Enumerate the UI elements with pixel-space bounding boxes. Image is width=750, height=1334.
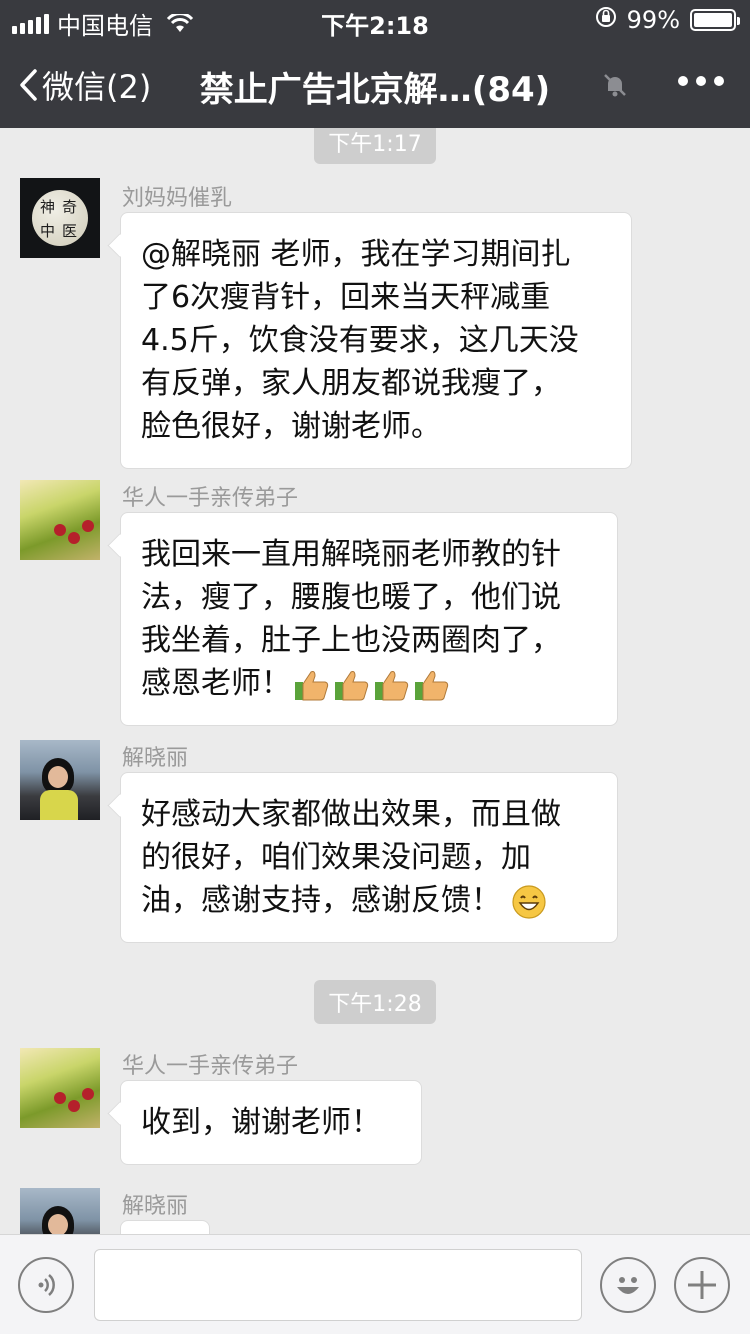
sender-name: 解晓丽 [122, 1194, 189, 1219]
message-row: 华人一手亲传弟子 收到，谢谢老师！ [0, 1048, 750, 1165]
chat-title: 禁止广告北京解…(84) [199, 70, 551, 110]
emoji-button[interactable] [600, 1257, 656, 1313]
message-bubble[interactable]: 我回来一直用解晓丽老师教的针 法，瘦了，腰腹也暖了，他们说 我坐着，肚子上也没两… [120, 512, 618, 726]
sender-name: 华人一手亲传弟子 [122, 1054, 299, 1079]
avatar[interactable]: 神 奇 中 医 [20, 178, 100, 258]
message-row: 神 奇 中 医 刘妈妈催乳 @解晓丽 老师，我在学习期间扎 了6次瘦背针，回来当… [0, 178, 750, 469]
rotation-lock-icon [595, 6, 617, 34]
message-bubble[interactable]: @解晓丽 老师，我在学习期间扎 了6次瘦背针，回来当天秤减重 4.5斤，饮食没有… [120, 212, 632, 469]
voice-button[interactable] [18, 1257, 74, 1313]
message-bubble[interactable] [120, 1220, 210, 1234]
thumbs-up-icon [411, 666, 451, 701]
thumbs-up-icon [331, 666, 371, 701]
header: 中国电信 下午2:18 99% 微信(2) 禁止广告北京解…(84) [0, 0, 750, 128]
emoji-icon [617, 1277, 639, 1294]
mute-bell-icon [602, 72, 628, 102]
plus-icon [688, 1271, 716, 1299]
input-bar [0, 1234, 750, 1334]
timestamp: 下午1:28 [0, 980, 750, 1024]
status-bar: 中国电信 下午2:18 99% [0, 0, 750, 40]
battery-icon [690, 9, 740, 31]
message-bubble[interactable]: 好感动大家都做出效果，而且做 的很好，咱们效果没问题，加 油，感谢支持，感谢反馈… [120, 772, 618, 943]
grin-emoji-icon [501, 883, 547, 919]
timestamp: 下午1:17 [0, 128, 750, 164]
message-row: 华人一手亲传弟子 我回来一直用解晓丽老师教的针 法，瘦了，腰腹也暖了，他们说 我… [0, 480, 750, 726]
avatar[interactable] [20, 480, 100, 560]
more-options-button[interactable] [678, 76, 724, 86]
message-input[interactable] [94, 1249, 582, 1321]
message-bubble[interactable]: 收到，谢谢老师！ [120, 1080, 422, 1165]
sender-name: 刘妈妈催乳 [122, 186, 233, 211]
thumbs-up-icon [291, 666, 331, 701]
plus-button[interactable] [674, 1257, 730, 1313]
message-row: 解晓丽 好感动大家都做出效果，而且做 的很好，咱们效果没问题，加 油，感谢支持，… [0, 740, 750, 943]
avatar[interactable] [20, 1188, 100, 1234]
message-row: 解晓丽 [0, 1188, 750, 1234]
thumbs-up-icon [371, 666, 411, 701]
chat-area[interactable]: 下午1:17 神 奇 中 医 刘妈妈催乳 @解晓丽 老师，我在学习期间扎 了6次… [0, 128, 750, 1234]
nav-bar: 微信(2) 禁止广告北京解…(84) [0, 40, 750, 128]
battery-percent: 99% [626, 6, 680, 34]
voice-icon [38, 1274, 55, 1296]
avatar[interactable] [20, 740, 100, 820]
sender-name: 解晓丽 [122, 746, 189, 771]
sender-name: 华人一手亲传弟子 [122, 486, 299, 511]
avatar[interactable] [20, 1048, 100, 1128]
